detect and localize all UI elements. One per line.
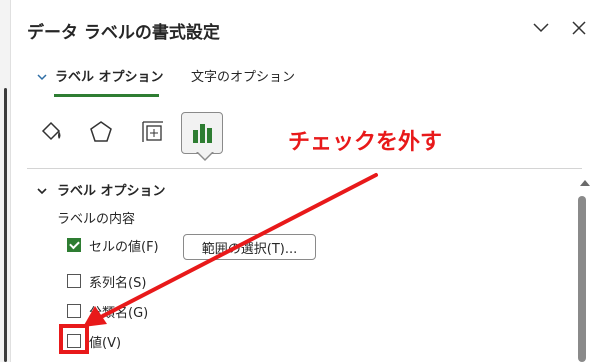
format-pane: データ ラベルの書式設定 ラベル オプション 文字のオプション ラベル オプショ… xyxy=(10,0,606,362)
annotation-arrow xyxy=(83,173,378,327)
annotation-callout: チェックを外す xyxy=(288,130,443,155)
scroll-strip xyxy=(0,0,10,362)
left-scrollbar[interactable] xyxy=(4,88,7,362)
